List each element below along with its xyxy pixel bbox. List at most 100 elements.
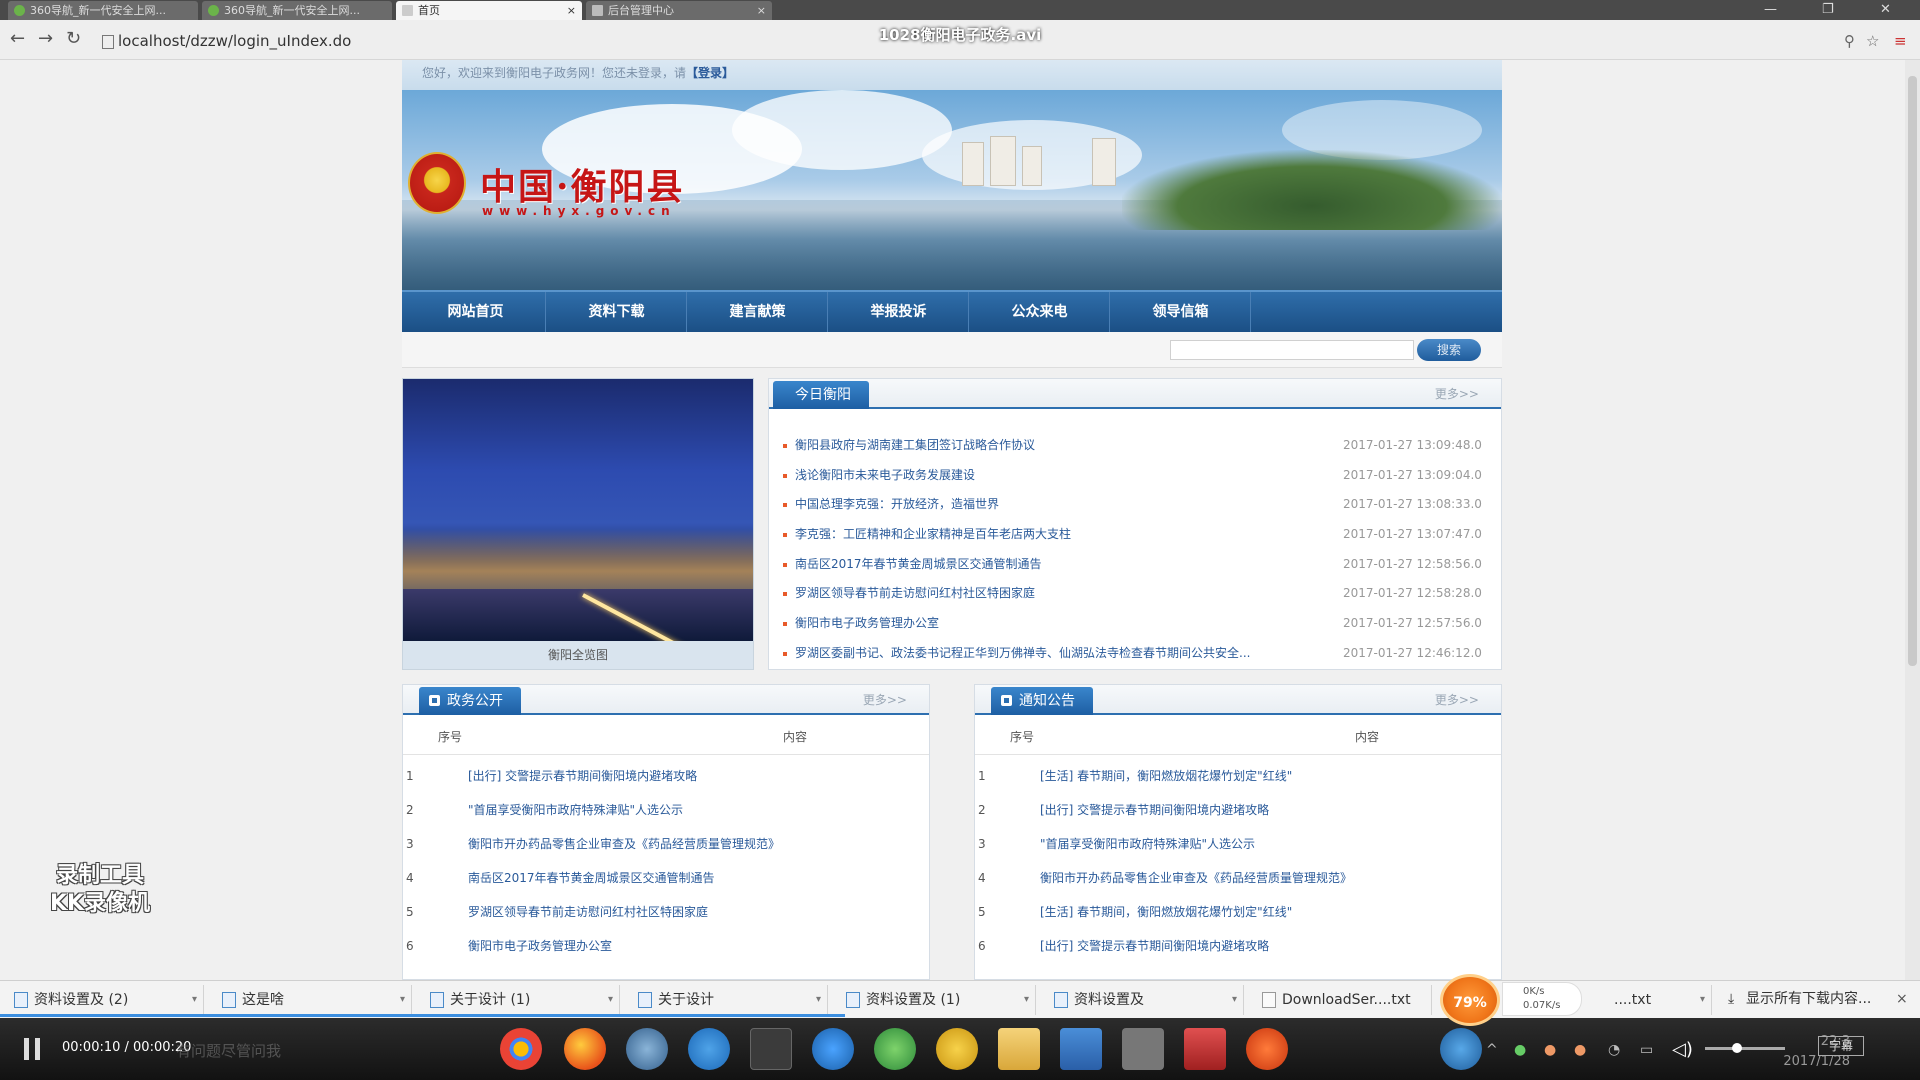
minimize-icon[interactable]: — (1764, 0, 1777, 20)
tray-app-icon[interactable]: ● (1574, 1038, 1586, 1062)
close-download-bar-icon[interactable]: × (1896, 984, 1908, 1014)
reload-icon[interactable]: ↻ (66, 28, 81, 50)
tab-today[interactable]: 今日衡阳 (773, 381, 869, 409)
tray-security-icon[interactable]: ● (1514, 1038, 1526, 1062)
row-link[interactable]: 衡阳市开办药品零售企业审查及《药品经营质量管理规范》 (1040, 861, 1352, 895)
news-title[interactable]: 罗湖区委副书记、政法委书记程正华到万佛禅寺、仙湖弘法寺检查春节期间公共安全... (795, 639, 1250, 669)
window-close-icon[interactable]: ✕ (1880, 0, 1891, 20)
download-item[interactable]: 这是啥 ▾ (212, 985, 412, 1015)
search-input[interactable] (1170, 340, 1414, 360)
browser-tab-2[interactable]: 360导航_新一代安全上网... (202, 1, 392, 20)
download-item[interactable]: 资料设置及 ▾ (1044, 985, 1244, 1015)
k-app-icon[interactable] (812, 1028, 854, 1070)
scrollbar-thumb[interactable] (1908, 76, 1917, 666)
help-icon[interactable] (1440, 1028, 1482, 1070)
list-item[interactable]: 浅论衡阳市未来电子政务发展建设 2017-01-27 13:09:04.0 (783, 461, 1483, 491)
news-title[interactable]: 衡阳县政府与湖南建工集团签订战略合作协议 (795, 431, 1035, 461)
download-item[interactable]: DownloadSer....txt (1252, 985, 1432, 1015)
list-item[interactable]: 罗湖区委副书记、政法委书记程正华到万佛禅寺、仙湖弘法寺检查春节期间公共安全...… (783, 639, 1483, 669)
browser-s-icon[interactable] (626, 1028, 668, 1070)
table-row[interactable]: 6 衡阳市电子政务管理办公室 (403, 929, 929, 963)
list-item[interactable]: 中国总理李克强：开放经济，造福世界 2017-01-27 13:08:33.0 (783, 490, 1483, 520)
qq-icon[interactable] (936, 1028, 978, 1070)
chevron-down-icon[interactable]: ▾ (816, 985, 821, 1015)
download-item[interactable]: ....txt ▾ (1584, 985, 1712, 1015)
table-row[interactable]: 5 罗湖区领导春节前走访慰问红村社区特困家庭 (403, 895, 929, 929)
login-link[interactable]: 【登录】 (686, 66, 734, 80)
download-item[interactable]: 资料设置及 (1) ▾ (836, 985, 1036, 1015)
row-link[interactable]: "首届享受衡阳市政府特殊津贴"人选公示 (1040, 827, 1255, 861)
red-app-icon[interactable] (1184, 1028, 1226, 1070)
tray-network-icon[interactable]: ◔ (1608, 1038, 1620, 1062)
volume-slider-knob[interactable] (1732, 1043, 1742, 1053)
row-link[interactable]: 衡阳市开办药品零售企业审查及《药品经营质量管理规范》 (468, 827, 780, 861)
bookmark-star-icon[interactable]: ☆ (1866, 30, 1879, 52)
chevron-down-icon[interactable]: ▾ (400, 985, 405, 1015)
city-night-photo[interactable] (403, 379, 753, 641)
page-scrollbar[interactable] (1905, 60, 1920, 980)
browser-tab-4[interactable]: 后台管理中心 × (586, 1, 772, 20)
nav-complaints[interactable]: 举报投诉 (829, 292, 969, 332)
recorder-icon[interactable] (1246, 1028, 1288, 1070)
nav-public-calls[interactable]: 公众来电 (970, 292, 1110, 332)
tray-app-icon[interactable]: ● (1544, 1038, 1556, 1062)
nav-leader-mailbox[interactable]: 领导信箱 (1111, 292, 1251, 332)
pause-icon[interactable] (18, 1036, 46, 1064)
news-title[interactable]: 罗湖区领导春节前走访慰问红村社区特困家庭 (795, 579, 1035, 609)
gov-open-more-link[interactable]: 更多>> (863, 685, 907, 715)
close-tab-icon[interactable]: × (567, 1, 576, 20)
table-row[interactable]: 3 衡阳市开办药品零售企业审查及《药品经营质量管理规范》 (403, 827, 929, 861)
browser-tab-3[interactable]: 首页 × (396, 1, 582, 20)
url-field[interactable]: localhost/dzzw/login_uIndex.do (100, 30, 1800, 52)
browser-tab-1[interactable]: 360导航_新一代安全上网... (8, 1, 198, 20)
tray-chevron-icon[interactable]: ^ (1486, 1038, 1498, 1062)
nav-home[interactable]: 网站首页 (406, 292, 546, 332)
news-title[interactable]: 李克强：工匠精神和企业家精神是百年老店两大支柱 (795, 520, 1071, 550)
edge-icon[interactable] (688, 1028, 730, 1070)
list-item[interactable]: 衡阳市电子政务管理办公室 2017-01-27 12:57:56.0 (783, 609, 1483, 639)
word-icon[interactable] (1060, 1028, 1102, 1070)
list-item[interactable]: 罗湖区领导春节前走访慰问红村社区特困家庭 2017-01-27 12:58:28.… (783, 579, 1483, 609)
zoom-icon[interactable]: ⚲ (1844, 30, 1855, 52)
tray-battery-icon[interactable]: ▭ (1640, 1038, 1653, 1062)
news-title[interactable]: 浅论衡阳市未来电子政务发展建设 (795, 461, 975, 491)
list-item[interactable]: 李克强：工匠精神和企业家精神是百年老店两大支柱 2017-01-27 13:07:… (783, 520, 1483, 550)
memory-gauge[interactable]: 79% (1440, 974, 1500, 1026)
row-link[interactable]: [生活] 春节期间，衡阳燃放烟花爆竹划定"红线" (1040, 759, 1292, 793)
row-link[interactable]: [生活] 春节期间，衡阳燃放烟花爆竹划定"红线" (1040, 895, 1292, 929)
table-row[interactable]: 5 [生活] 春节期间，衡阳燃放烟花爆竹划定"红线" (975, 895, 1501, 929)
chevron-down-icon[interactable]: ▾ (1232, 985, 1237, 1015)
download-item[interactable]: 关于设计 ▾ (628, 985, 828, 1015)
today-more-link[interactable]: 更多>> (1435, 379, 1479, 409)
news-title[interactable]: 衡阳市电子政务管理办公室 (795, 609, 939, 639)
list-item[interactable]: 衡阳县政府与湖南建工集团签订战略合作协议 2017-01-27 13:09:48.… (783, 431, 1483, 461)
leaf-app-icon[interactable] (874, 1028, 916, 1070)
nav-downloads[interactable]: 资料下载 (547, 292, 687, 332)
notepad-icon[interactable] (1122, 1028, 1164, 1070)
row-link[interactable]: [出行] 交警提示春节期间衡阳境内避堵攻略 (1040, 793, 1269, 827)
table-row[interactable]: 3 "首届享受衡阳市政府特殊津贴"人选公示 (975, 827, 1501, 861)
show-all-downloads-link[interactable]: 显示所有下载内容... (1728, 984, 1871, 1014)
volume-icon[interactable]: ◁) (1672, 1038, 1693, 1062)
table-row[interactable]: 2 "首届享受衡阳市政府特殊津贴"人选公示 (403, 793, 929, 827)
news-title[interactable]: 南岳区2017年春节黄金周城景区交通管制通告 (795, 550, 1042, 580)
nav-suggestions[interactable]: 建言献策 (688, 292, 828, 332)
chevron-down-icon[interactable]: ▾ (1700, 985, 1705, 1015)
chevron-down-icon[interactable]: ▾ (608, 985, 613, 1015)
subtitle-button[interactable]: 字幕 (1818, 1036, 1864, 1056)
folder-icon[interactable] (998, 1028, 1040, 1070)
row-link[interactable]: [出行] 交警提示春节期间衡阳境内避堵攻略 (1040, 929, 1269, 963)
chrome-icon[interactable] (500, 1028, 542, 1070)
table-row[interactable]: 4 南岳区2017年春节黄金周城景区交通管制通告 (403, 861, 929, 895)
chevron-down-icon[interactable]: ▾ (192, 985, 197, 1015)
table-row[interactable]: 1 [出行] 交警提示春节期间衡阳境内避堵攻略 (403, 759, 929, 793)
list-item[interactable]: 南岳区2017年春节黄金周城景区交通管制通告 2017-01-27 12:58:5… (783, 550, 1483, 580)
row-link[interactable]: 罗湖区领导春节前走访慰问红村社区特困家庭 (468, 895, 708, 929)
row-link[interactable]: "首届享受衡阳市政府特殊津贴"人选公示 (468, 793, 683, 827)
tab-gov-open[interactable]: 政务公开 (419, 687, 521, 715)
table-row[interactable]: 2 [出行] 交警提示春节期间衡阳境内避堵攻略 (975, 793, 1501, 827)
row-link[interactable]: 南岳区2017年春节黄金周城景区交通管制通告 (468, 861, 715, 895)
tab-notice[interactable]: 通知公告 (991, 687, 1093, 715)
notice-more-link[interactable]: 更多>> (1435, 685, 1479, 715)
news-title[interactable]: 中国总理李克强：开放经济，造福世界 (795, 490, 999, 520)
